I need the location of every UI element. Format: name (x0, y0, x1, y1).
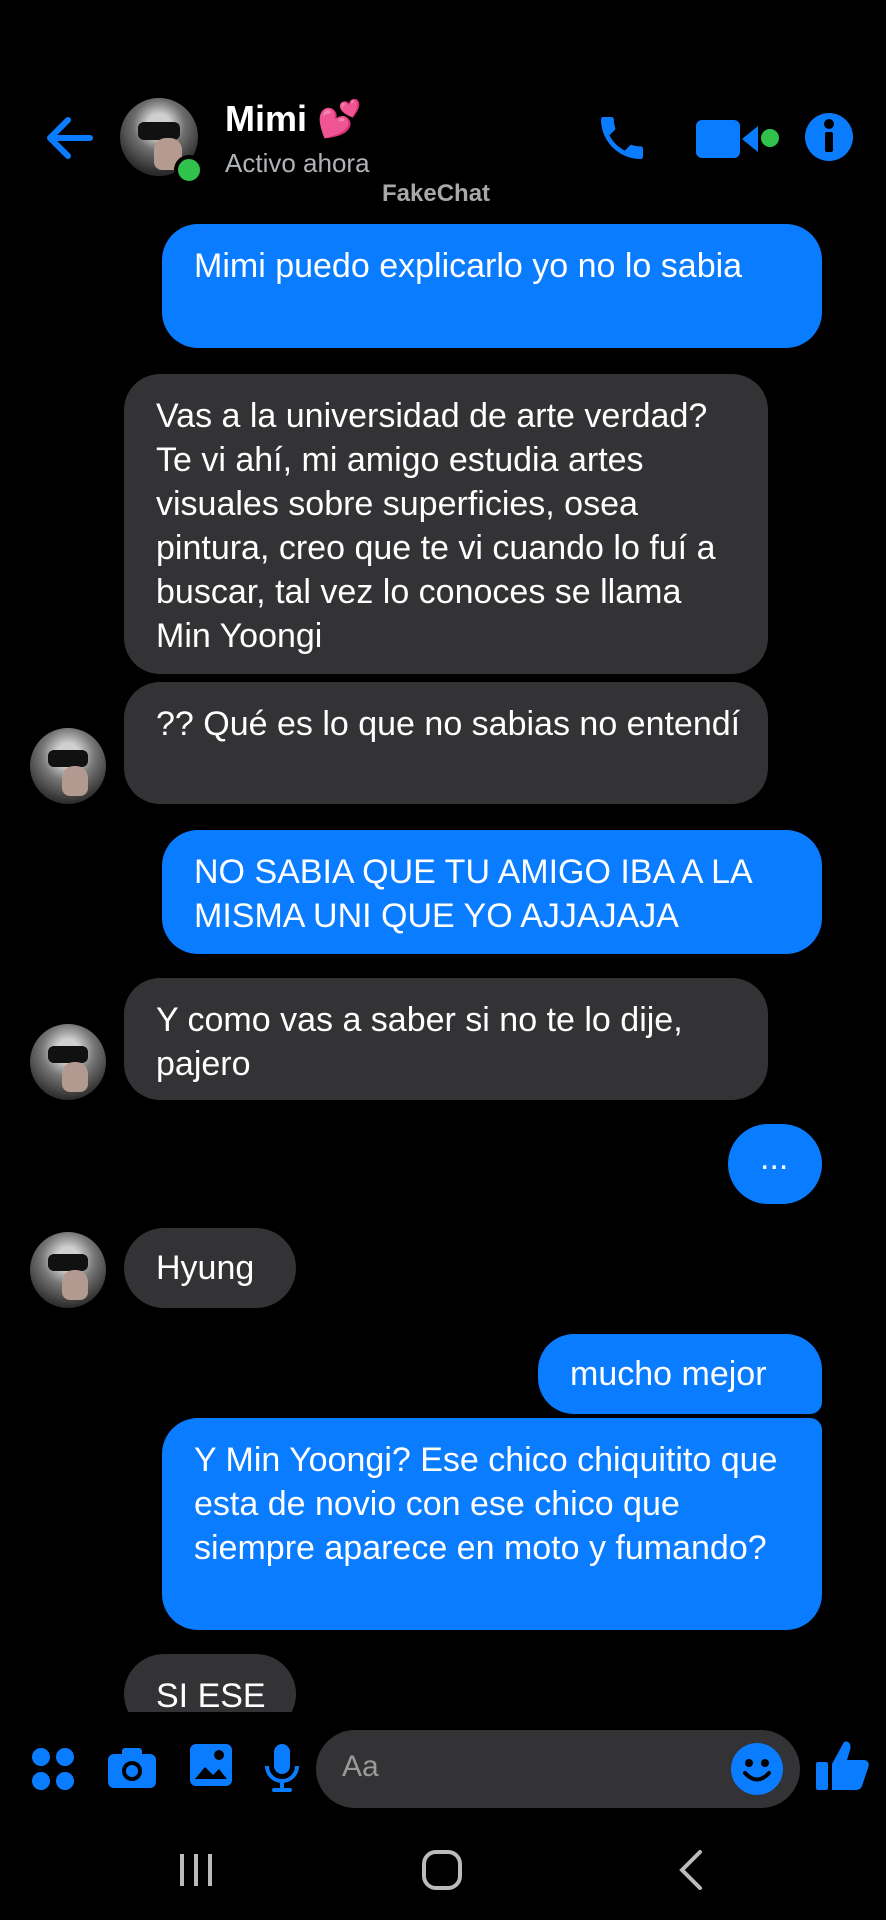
message-input[interactable]: Aa (316, 1730, 800, 1808)
info-icon (805, 113, 853, 161)
microphone-button[interactable] (262, 1742, 302, 1794)
message-input-placeholder: Aa (342, 1750, 379, 1783)
contact-name[interactable]: Mimi 💕 (225, 98, 362, 140)
chevron-left-icon (679, 1850, 702, 1890)
call-button[interactable] (594, 110, 650, 166)
recent-apps-button[interactable] (176, 1852, 216, 1888)
contact-avatar-small[interactable] (30, 1232, 106, 1308)
back-button[interactable] (40, 108, 100, 168)
message-text: Vas a la universidad de arte verdad? Te … (156, 397, 716, 655)
microphone-icon (265, 1744, 299, 1792)
message-bubble-incoming[interactable]: Y como vas a saber si no te lo dije, paj… (124, 978, 768, 1100)
recent-apps-icon (180, 1854, 212, 1886)
phone-icon (601, 117, 643, 159)
gallery-button[interactable] (188, 1742, 234, 1788)
watermark: FakeChat (382, 180, 491, 207)
like-button[interactable] (814, 1738, 870, 1794)
video-call-button[interactable] (696, 116, 786, 162)
message-text: Y como vas a saber si no te lo dije, paj… (156, 1001, 683, 1083)
message-bubble-outgoing[interactable]: ... (728, 1124, 822, 1204)
gallery-icon (190, 1744, 232, 1786)
online-status-dot (174, 155, 204, 185)
message-bubble-incoming[interactable]: ?? Qué es lo que no sabias no entendí (124, 682, 768, 804)
contact-avatar-small[interactable] (30, 1024, 106, 1100)
message-text: Hyung (156, 1249, 255, 1287)
message-text: Y Min Yoongi? Ese chico chiquitito que e… (194, 1441, 778, 1567)
message-text: Mimi puedo explicarlo yo no lo sabia (194, 247, 743, 285)
contact-name-text: Mimi (225, 98, 308, 139)
message-text: NO SABIA QUE TU AMIGO IBA A LA MISMA UNI… (194, 853, 751, 935)
back-arrow-icon (47, 117, 93, 159)
emoji-button[interactable] (730, 1742, 784, 1796)
contact-status: Activo ahora (225, 148, 370, 178)
message-bubble-incoming[interactable]: Vas a la universidad de arte verdad? Te … (124, 374, 768, 674)
apps-icon (32, 1748, 74, 1790)
message-text: ... (760, 1139, 789, 1177)
system-back-button[interactable] (676, 1848, 706, 1892)
apps-button[interactable] (30, 1746, 76, 1792)
like-icon (816, 1741, 869, 1790)
home-button[interactable] (420, 1850, 464, 1890)
message-bubble-outgoing[interactable]: Y Min Yoongi? Ese chico chiquitito que e… (162, 1418, 822, 1630)
info-button[interactable] (804, 112, 854, 162)
camera-button[interactable] (106, 1744, 158, 1792)
emoji-icon (731, 1743, 783, 1795)
home-icon (422, 1850, 462, 1890)
contact-avatar-small[interactable] (30, 728, 106, 804)
message-bubble-outgoing[interactable]: mucho mejor (538, 1334, 822, 1414)
message-text: ?? Qué es lo que no sabias no entendí (156, 705, 741, 743)
camera-icon (108, 1748, 156, 1788)
video-camera-icon (696, 120, 779, 158)
message-bubble-outgoing[interactable]: NO SABIA QUE TU AMIGO IBA A LA MISMA UNI… (162, 830, 822, 954)
message-text: mucho mejor (570, 1355, 767, 1393)
message-bubble-outgoing[interactable]: Mimi puedo explicarlo yo no lo sabia (162, 224, 822, 348)
heart-emoji: 💕 (317, 98, 362, 139)
message-bubble-incoming[interactable]: Hyung (124, 1228, 296, 1308)
